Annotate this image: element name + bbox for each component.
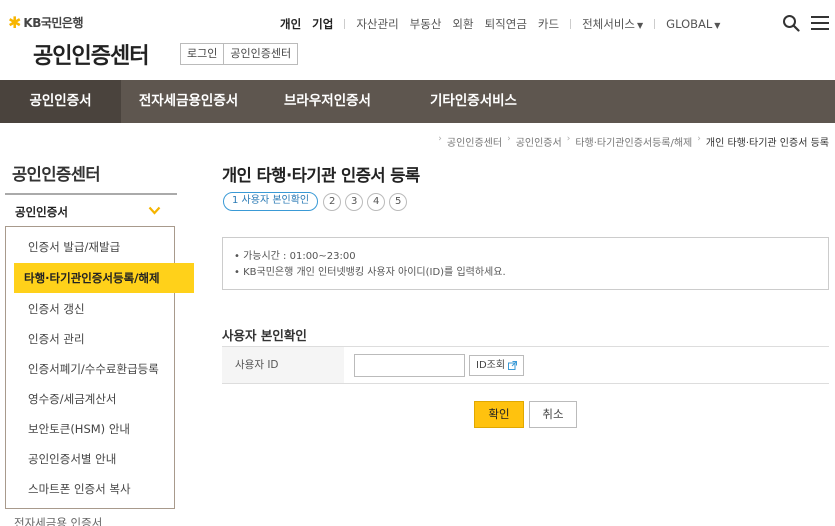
kb-logo[interactable]: ✱ KB국민은행 — [8, 12, 84, 32]
sidebar-item-other-bank-register[interactable]: 타행·타기관인증서등록/해제 — [14, 263, 194, 293]
breadcrumb-item[interactable]: 공인인증서 — [516, 134, 562, 149]
breadcrumb-arrow-icon: › — [566, 134, 571, 144]
cancel-button[interactable]: 취소 — [529, 401, 577, 428]
tab-browser-cert[interactable]: 브라우저인증서 — [256, 80, 399, 123]
chevron-down-icon — [148, 206, 161, 215]
menu-icon[interactable] — [811, 16, 829, 30]
step-4: 4 — [367, 192, 386, 211]
gnb-global-label: GLOBAL — [666, 17, 713, 31]
sidebar-menu: 인증서 발급/재발급 타행·타기관인증서등록/해제 인증서 갱신 인증서 관리 … — [5, 226, 194, 509]
page-title: 개인 타행·타기관 인증서 등록 — [222, 166, 420, 185]
site-title[interactable]: 공인인증센터 — [33, 38, 149, 70]
breadcrumb-item[interactable]: 타행·타기관인증서등록/해제 — [575, 134, 692, 149]
step-current: 1 사용자 본인확인 — [223, 192, 319, 211]
gnb-asset[interactable]: 자산관리 — [356, 16, 398, 32]
sidebar-item-issue[interactable]: 인증서 발급/재발급 — [6, 232, 174, 262]
logo-text: KB국민은행 — [23, 16, 84, 30]
search-icon[interactable] — [782, 14, 800, 32]
info-box: • 가능시간 : 01:00~23:00 • KB국민은행 개인 인터넷뱅킹 사… — [222, 237, 829, 290]
step-2: 2 — [323, 192, 342, 211]
gnb-business[interactable]: 기업 — [312, 16, 333, 32]
info-instruction: • KB국민은행 개인 인터넷뱅킹 사용자 아이디(ID)를 입력하세요. — [234, 267, 506, 278]
sidebar-item-receipt[interactable]: 영수증/세금계산서 — [6, 384, 174, 414]
kb-star-icon: ✱ — [8, 12, 22, 32]
info-hours: • 가능시간 : 01:00~23:00 — [234, 251, 356, 262]
gnb-personal[interactable]: 개인 — [280, 16, 301, 32]
breadcrumb-arrow-icon: › — [697, 134, 701, 144]
sidebar-group-tax-cert[interactable]: 전자세금용 인증서 — [14, 515, 102, 526]
global-nav: 개인 기업 자산관리 부동산 외환 퇴직연금 카드 전체서비스 ▼ GLOBAL ▼ — [280, 16, 731, 32]
sidebar-item-smartphone-copy[interactable]: 스마트폰 인증서 복사 — [6, 474, 174, 504]
user-id-input[interactable] — [354, 354, 465, 377]
user-id-label: 사용자 ID — [222, 347, 344, 383]
breadcrumb-arrow-icon: › — [438, 134, 442, 144]
external-link-icon — [508, 361, 518, 370]
login-button[interactable]: 로그인 — [181, 44, 224, 64]
tab-other-services[interactable]: 기타인증서비스 — [399, 80, 548, 123]
title-buttons: 로그인 공인인증센터 — [180, 43, 299, 65]
sidebar-group-label: 공인인증서 — [15, 205, 68, 219]
top-header: ✱ KB국민은행 공인인증센터 로그인 공인인증센터 개인 기업 자산관리 부동… — [0, 0, 835, 80]
gnb-realestate[interactable]: 부동산 — [410, 16, 442, 32]
sidebar-group-toggle[interactable]: 공인인증서 — [5, 195, 177, 226]
cert-center-button[interactable]: 공인인증센터 — [223, 44, 298, 64]
tab-public-cert[interactable]: 공인인증서 — [0, 80, 121, 123]
gnb-divider — [654, 19, 656, 29]
gnb-global[interactable]: GLOBAL ▼ — [666, 17, 720, 31]
sidebar-title: 공인인증센터 — [12, 165, 101, 184]
breadcrumb-item[interactable]: 공인인증센터 — [447, 134, 502, 149]
gnb-all-services[interactable]: 전체서비스 ▼ — [582, 16, 643, 32]
sidebar-item-renew[interactable]: 인증서 갱신 — [6, 294, 174, 324]
breadcrumb-arrow-icon: › — [507, 134, 511, 144]
id-lookup-button[interactable]: ID조회 — [469, 355, 525, 376]
id-lookup-label: ID조회 — [476, 360, 506, 371]
confirm-button[interactable]: 확인 — [474, 401, 524, 428]
gnb-all-services-label: 전체서비스 — [582, 17, 635, 31]
sidebar-item-manage[interactable]: 인증서 관리 — [6, 324, 174, 354]
user-id-row: 사용자 ID ID조회 — [222, 346, 829, 384]
main-nav: 공인인증서 전자세금용인증서 브라우저인증서 기타인증서비스 — [0, 80, 835, 123]
breadcrumb: › 공인인증센터 › 공인인증서 › 타행·타기관인증서등록/해제 › 개인 타… — [433, 134, 829, 149]
tab-tax-cert[interactable]: 전자세금용인증서 — [121, 80, 256, 123]
sidebar-item-cert-guide[interactable]: 공인인증서별 안내 — [6, 444, 174, 474]
sidebar-item-hsm[interactable]: 보안토큰(HSM) 안내 — [6, 414, 174, 444]
caret-down-icon: ▼ — [637, 21, 644, 30]
step-3: 3 — [345, 192, 364, 211]
gnb-divider — [570, 19, 572, 29]
breadcrumb-current: 개인 타행·타기관 인증서 등록 — [705, 138, 829, 149]
gnb-pension[interactable]: 퇴직연금 — [485, 16, 527, 32]
gnb-divider — [344, 19, 346, 29]
step-indicator: 1 사용자 본인확인 2 3 4 5 — [223, 192, 411, 211]
section-title: 사용자 본인확인 — [222, 328, 307, 343]
gnb-card[interactable]: 카드 — [538, 16, 559, 32]
caret-down-icon: ▼ — [714, 21, 721, 30]
gnb-forex[interactable]: 외환 — [452, 16, 473, 32]
step-5: 5 — [389, 192, 408, 211]
sidebar-item-revoke[interactable]: 인증서폐기/수수료환급등록 — [6, 354, 174, 384]
